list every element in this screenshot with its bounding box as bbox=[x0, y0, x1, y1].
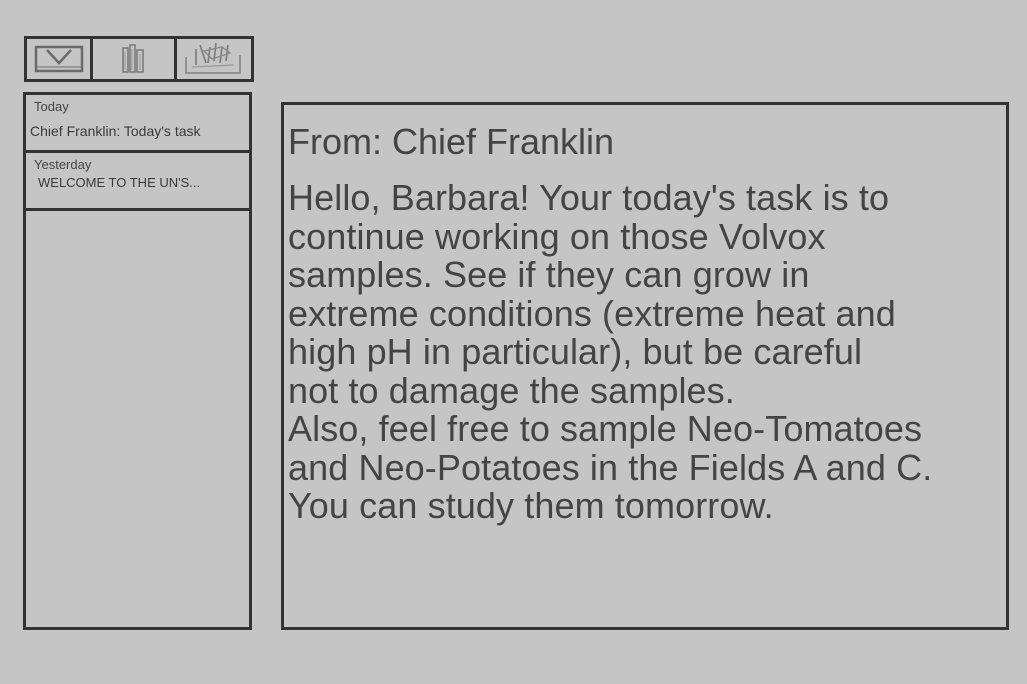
message-reader: From: Chief Franklin Hello, Barbara! You… bbox=[281, 102, 1009, 630]
message-sender: From: Chief Franklin bbox=[288, 121, 615, 162]
inbox-button[interactable] bbox=[27, 39, 90, 79]
archive-button[interactable] bbox=[90, 39, 174, 79]
toolbar bbox=[24, 36, 254, 82]
message-item-today[interactable]: Today Chief Franklin: Today's task bbox=[26, 95, 249, 153]
pen-tray-icon bbox=[182, 41, 246, 77]
write-button[interactable] bbox=[174, 39, 251, 79]
message-subject: WELCOME TO THE UN'S... bbox=[38, 175, 201, 190]
message-item-yesterday[interactable]: Yesterday WELCOME TO THE UN'S... bbox=[26, 153, 249, 211]
message-list: Today Chief Franklin: Today's task Yeste… bbox=[23, 92, 252, 630]
files-icon bbox=[119, 42, 149, 76]
message-date: Yesterday bbox=[34, 157, 92, 172]
message-subject: Chief Franklin: Today's task bbox=[30, 123, 201, 139]
envelope-icon bbox=[33, 44, 85, 74]
message-body: Hello, Barbara! Your today's task is to … bbox=[288, 177, 933, 526]
message-date: Today bbox=[34, 99, 69, 114]
